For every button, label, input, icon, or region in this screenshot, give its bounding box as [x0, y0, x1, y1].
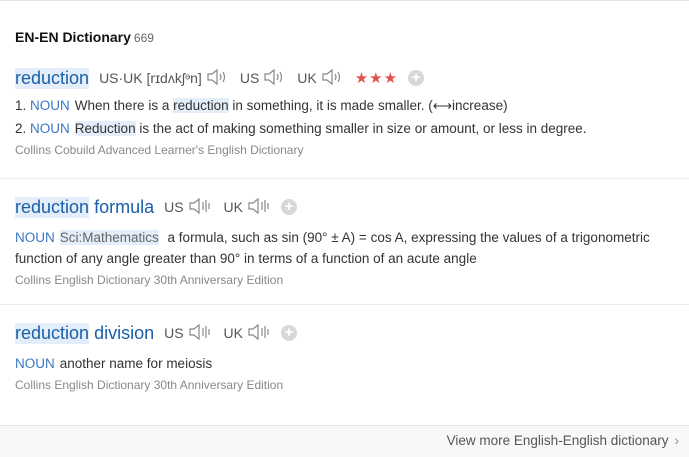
sense-1: 1. NOUN When there is a reduction in some… [15, 95, 675, 116]
definition-text: in something, it is made smaller. (⟷incr… [228, 98, 508, 113]
definition-text: When there is a [74, 98, 174, 113]
highlighted-word: Reduction [74, 121, 136, 136]
source-label: Collins Cobuild Advanced Learner's Engli… [15, 143, 304, 157]
part-of-speech: NOUN [15, 356, 55, 371]
definition-text: another name for meiosis [59, 356, 213, 371]
divider [0, 178, 689, 179]
headword-part[interactable]: division [94, 323, 154, 344]
phonetic-us: US [164, 323, 211, 344]
phonetic-label: UK [297, 70, 317, 86]
entry-reduction: reduction US·UK [rɪdʌkʃᵊn] US UK ★★★ + 1… [15, 65, 675, 157]
sense-number: 1. [15, 98, 27, 113]
phonetic-label: US [239, 70, 260, 86]
add-icon[interactable]: + [281, 199, 297, 215]
phonetic-usuk: US·UK [rɪdʌkʃᵊn] [99, 68, 228, 89]
view-more-label: View more English-English dictionary [446, 433, 669, 448]
phonetic-uk: UK [224, 197, 271, 218]
entry-reduction-formula: reduction formula US UK + NOUN Sci:Mathema… [15, 194, 675, 287]
section-header: EN-EN Dictionary 669 [15, 29, 154, 45]
section-title: EN-EN Dictionary [15, 29, 131, 45]
divider [0, 304, 689, 305]
speaker-icon[interactable] [247, 323, 271, 344]
phonetic-label: UK [223, 325, 243, 341]
speaker-icon[interactable] [321, 68, 343, 89]
add-icon[interactable]: + [281, 325, 297, 341]
highlighted-word: reduction [173, 98, 229, 113]
headword-part[interactable]: formula [94, 197, 154, 218]
part-of-speech: NOUN [30, 121, 70, 136]
source-label: Collins English Dictionary 30th Annivers… [15, 273, 284, 287]
part-of-speech: NOUN [30, 98, 70, 113]
headword-part[interactable]: reduction [15, 322, 90, 344]
phonetic-label: UK [223, 199, 243, 215]
definition-text: is the act of making something smaller i… [135, 121, 587, 136]
top-divider [0, 0, 689, 1]
part-of-speech: NOUN [15, 230, 55, 245]
domain-label: Sci:Mathematics [59, 230, 159, 245]
phonetic-us: US [240, 68, 285, 89]
phonetic-uk: UK [297, 68, 342, 89]
speaker-icon[interactable] [188, 197, 212, 218]
footer-bar: View more English-English dictionary › [0, 425, 689, 457]
entry-reduction-division: reduction division US UK + NOUN another na… [15, 320, 675, 392]
chevron-right-icon: › [674, 433, 680, 448]
star-rating: ★★★ [354, 70, 399, 87]
speaker-icon[interactable] [247, 197, 271, 218]
headword[interactable]: reduction [15, 67, 90, 89]
phonetic-label: US·UK [rɪdʌkʃᵊn] [99, 70, 202, 86]
headword-part[interactable]: reduction [15, 196, 90, 218]
definition: NOUN another name for meiosis [15, 353, 675, 374]
phonetic-us: US [164, 197, 211, 218]
add-icon[interactable]: + [408, 70, 425, 86]
entry-count: 669 [133, 31, 154, 45]
speaker-icon[interactable] [188, 323, 212, 344]
speaker-icon[interactable] [263, 68, 285, 89]
definition: NOUN Sci:Mathematics a formula, such as s… [15, 227, 675, 269]
phonetic-label: US [164, 325, 184, 341]
phonetic-uk: UK [224, 323, 271, 344]
phonetic-label: US [164, 199, 184, 215]
sense-2: 2. NOUN Reduction is the act of making so… [15, 118, 675, 139]
view-more-link[interactable]: View more English-English dictionary › [447, 433, 679, 448]
source-label: Collins English Dictionary 30th Annivers… [15, 378, 284, 392]
sense-number: 2. [15, 121, 27, 136]
speaker-icon[interactable] [206, 68, 228, 89]
